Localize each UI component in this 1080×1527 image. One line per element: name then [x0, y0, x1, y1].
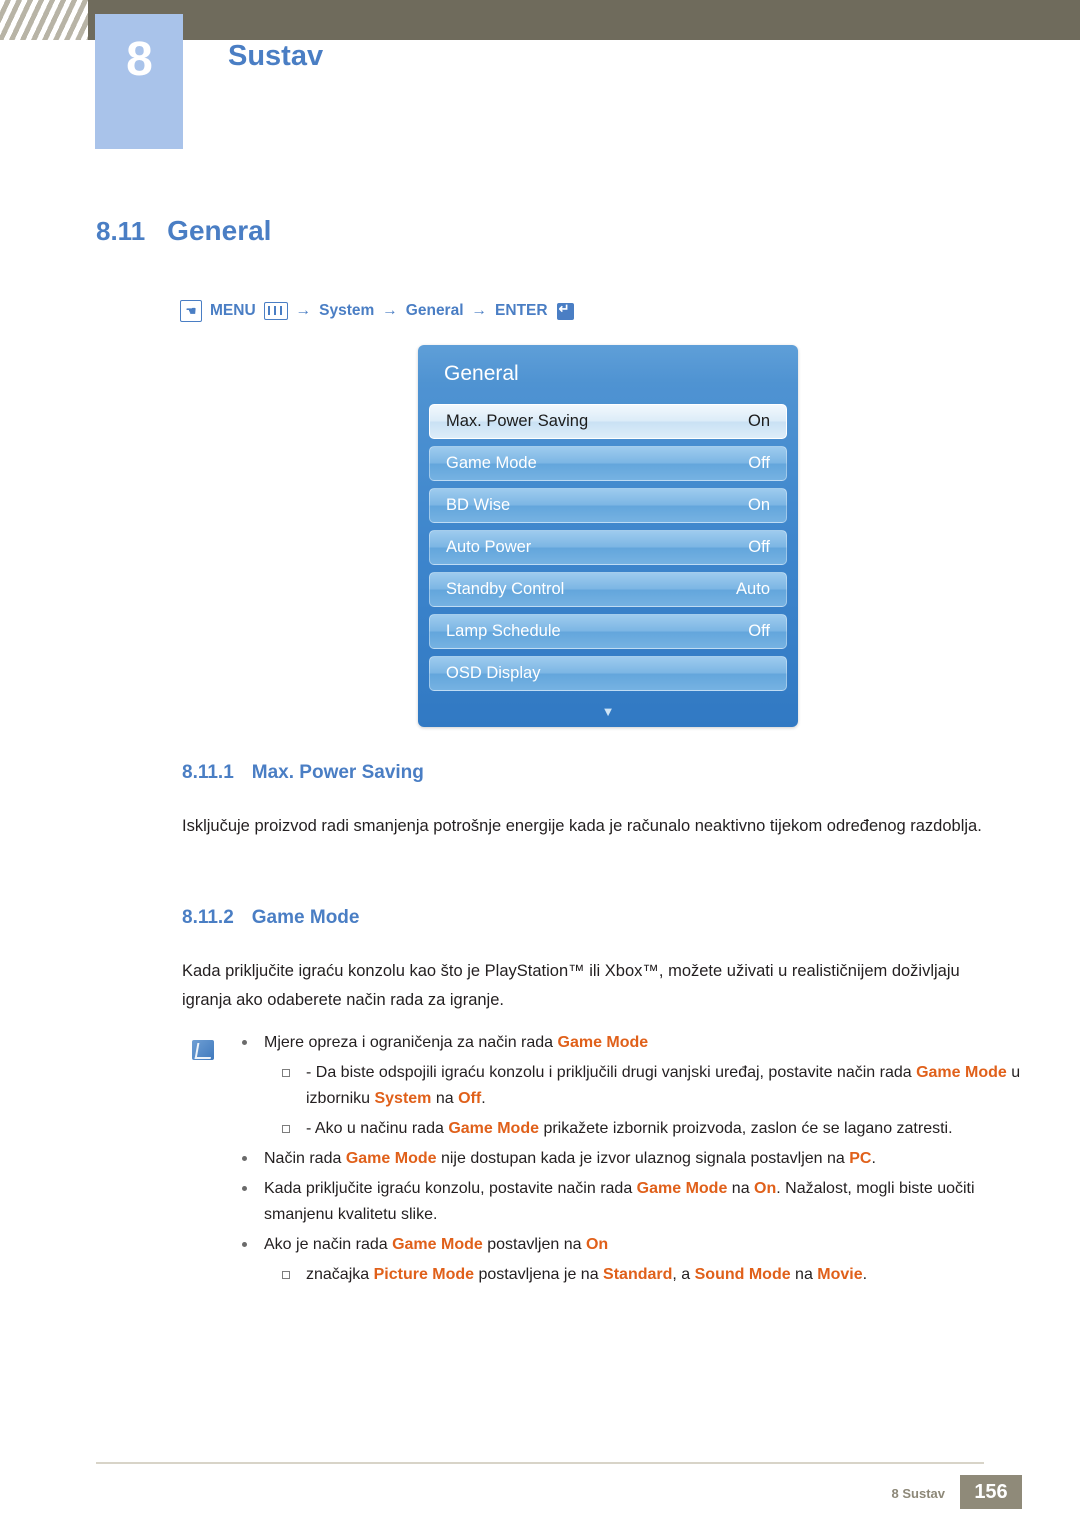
menu-path-arrow-1: → — [295, 302, 312, 319]
footer-label: 8 Sustav — [891, 1486, 945, 1501]
chapter-title: Sustav — [228, 40, 324, 72]
note-text: - Ako u načinu rada — [306, 1120, 449, 1137]
osd-panel: General Max. Power Saving On Game Mode O… — [418, 345, 798, 727]
note-text: na — [727, 1180, 755, 1197]
menu-path-menu-label: MENU — [210, 302, 256, 319]
footer-divider — [96, 1462, 984, 1464]
list-item: Ako je način rada Game Mode postavljen n… — [232, 1232, 1022, 1288]
osd-row-value: Off — [748, 538, 770, 556]
osd-row[interactable]: Game Mode Off — [429, 446, 787, 481]
note-text: nije dostupan kada je izvor ulaznog sign… — [436, 1150, 850, 1167]
note-text: , a — [672, 1266, 695, 1283]
keyword-picture-mode: Picture Mode — [373, 1266, 475, 1283]
header-hatch-decoration — [0, 0, 88, 40]
note-text: . — [862, 1266, 868, 1283]
keyword-game-mode: Game Mode — [916, 1064, 1007, 1081]
osd-row-value: Auto — [736, 580, 770, 598]
section-number: 8.11 — [96, 216, 146, 246]
keyword-movie: Movie — [817, 1266, 863, 1283]
menu-bars-icon — [263, 302, 288, 320]
note-text: . — [481, 1090, 486, 1107]
note-text: značajka — [306, 1266, 374, 1283]
list-item: - Da biste odspojili igraću konzolu i pr… — [264, 1060, 1022, 1112]
chapter-number: 8 — [126, 33, 153, 86]
note-sub-list: značajka Picture Mode postavljena je na … — [264, 1262, 1022, 1288]
osd-row-label: Lamp Schedule — [446, 622, 561, 640]
chapter-number-badge: 8 — [95, 14, 183, 149]
note-text: . — [871, 1150, 876, 1167]
keyword-game-mode: Game Mode — [636, 1180, 728, 1197]
menu-path-arrow-2: → — [382, 302, 398, 319]
keyword-game-mode: Game Mode — [345, 1150, 437, 1167]
subsection-number: 8.11.2 — [182, 907, 234, 928]
menu-path-item-system: System — [319, 302, 375, 319]
note-text: na — [431, 1090, 459, 1107]
osd-row[interactable]: Max. Power Saving On — [429, 404, 787, 439]
note-text: Način rada — [264, 1150, 346, 1167]
list-item: - Ako u načinu rada Game Mode prikažete … — [264, 1116, 1022, 1142]
keyword-game-mode: Game Mode — [392, 1236, 483, 1253]
note-text: postavljen na — [482, 1236, 586, 1253]
osd-row-value: Off — [748, 622, 770, 640]
note-list: Mjere opreza i ograničenja za način rada… — [232, 1030, 1022, 1292]
osd-row-list: Max. Power Saving On Game Mode Off BD Wi… — [429, 404, 787, 698]
osd-row-value: On — [747, 412, 770, 430]
subsection-number: 8.11.1 — [182, 762, 234, 783]
osd-row-label: OSD Display — [446, 664, 541, 682]
keyword-game-mode: Game Mode — [557, 1034, 649, 1051]
note-sub-list: - Da biste odspojili igraću konzolu i pr… — [264, 1060, 1022, 1142]
note-text: Kada priključite igraću konzolu, postavi… — [264, 1180, 637, 1197]
note-text: postavljena je na — [474, 1266, 604, 1283]
keyword-on: On — [585, 1236, 609, 1253]
section-heading: 8.11 General — [96, 215, 271, 247]
list-item: značajka Picture Mode postavljena je na … — [264, 1262, 1022, 1288]
subsection-title: Max. Power Saving — [251, 762, 424, 783]
osd-row-value: Off — [748, 454, 770, 472]
osd-row[interactable]: Standby Control Auto — [429, 572, 787, 607]
osd-title: General — [444, 362, 519, 385]
list-item: Kada priključite igraću konzolu, postavi… — [232, 1176, 1022, 1228]
keyword-off: Off — [458, 1090, 482, 1107]
list-item: Mjere opreza i ograničenja za način rada… — [232, 1030, 1022, 1142]
osd-row-label: Standby Control — [446, 580, 565, 598]
menu-path-item-general: General — [405, 302, 464, 319]
osd-row[interactable]: OSD Display — [429, 656, 787, 691]
keyword-game-mode: Game Mode — [448, 1120, 539, 1137]
osd-row-label: Game Mode — [446, 454, 537, 472]
osd-row-label: BD Wise — [446, 496, 511, 514]
hand-pointer-icon: ☚ — [180, 300, 202, 322]
scroll-down-icon[interactable]: ▼ — [418, 704, 798, 719]
note-text: Ako je način rada — [264, 1236, 393, 1253]
osd-row-label: Auto Power — [446, 538, 532, 556]
menu-path-arrow-3: → — [471, 302, 488, 319]
subsection-heading-game-mode: 8.11.2 Game Mode — [182, 907, 359, 929]
note-text: na — [790, 1266, 818, 1283]
menu-path-enter-label: ENTER — [495, 302, 548, 319]
page-number: 156 — [960, 1475, 1022, 1509]
osd-row[interactable]: Auto Power Off — [429, 530, 787, 565]
note-text: Mjere opreza i ograničenja za način rada — [264, 1034, 558, 1051]
keyword-pc: PC — [849, 1150, 872, 1167]
subsection-title: Game Mode — [251, 907, 360, 928]
paragraph-game-mode: Kada priključite igraću konzolu kao što … — [182, 962, 960, 1009]
note-icon — [192, 1040, 214, 1060]
subsection-heading-max-power-saving: 8.11.1 Max. Power Saving — [182, 762, 424, 784]
osd-row[interactable]: BD Wise On — [429, 488, 787, 523]
list-item: Način rada Game Mode nije dostupan kada … — [232, 1146, 1022, 1172]
note-text: - Da biste odspojili igraću konzolu i pr… — [306, 1064, 917, 1081]
osd-row-label: Max. Power Saving — [446, 412, 589, 430]
keyword-system: System — [374, 1090, 432, 1107]
menu-path: ☚ MENU → System → General → ENTER — [180, 300, 574, 322]
keyword-sound-mode: Sound Mode — [694, 1266, 791, 1283]
paragraph-max-power-saving: Isključuje proizvod radi smanjenja potro… — [182, 817, 982, 835]
keyword-on: On — [754, 1180, 777, 1197]
section-title: General — [167, 215, 272, 246]
enter-key-icon — [556, 301, 574, 320]
note-text: prikažete izbornik proizvoda, zaslon će … — [539, 1120, 953, 1137]
osd-row[interactable]: Lamp Schedule Off — [429, 614, 787, 649]
keyword-standard: Standard — [603, 1266, 673, 1283]
osd-row-value: On — [747, 496, 770, 514]
